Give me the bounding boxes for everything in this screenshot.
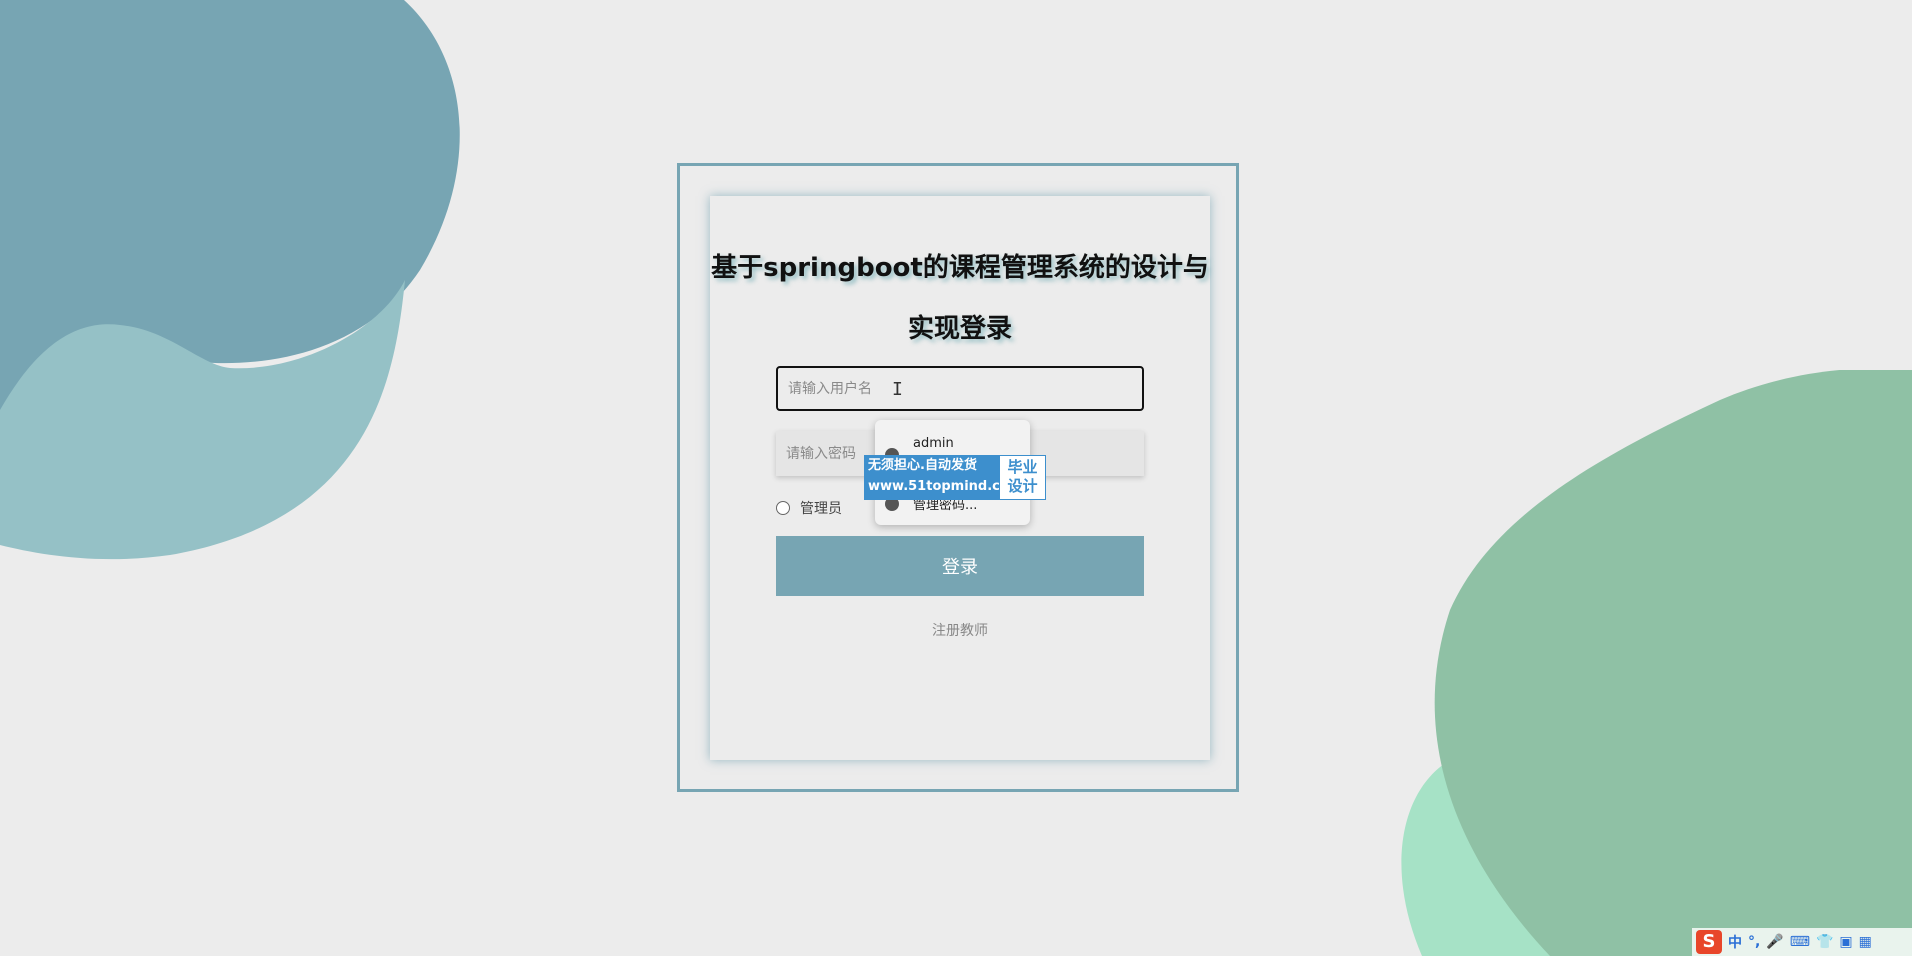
ad-right: 毕业 设计 — [999, 455, 1046, 500]
background-blob-bottom-right — [1401, 370, 1912, 956]
microphone-icon[interactable]: 🎤 — [1766, 934, 1783, 950]
text-cursor-icon: I — [892, 379, 903, 400]
ad-left: 无须担心.自动发货 www.51topmind.com — [864, 455, 1022, 500]
ime-language-toggle[interactable]: 中 — [1728, 932, 1742, 952]
register-teacher-link[interactable]: 注册教师 — [710, 620, 1210, 640]
role-label-admin: 管理员 — [800, 501, 842, 517]
sogou-logo-icon[interactable]: S — [1696, 930, 1722, 954]
ime-toolbar: S 中 °, 🎤 ⌨ 👕 ▣ ▦ — [1692, 928, 1912, 956]
username-input[interactable] — [776, 366, 1144, 411]
radio-icon[interactable] — [776, 501, 790, 515]
background-blob-top-left — [0, 0, 460, 560]
apps-grid-icon[interactable]: ▦ — [1859, 934, 1872, 950]
role-radio-admin[interactable]: 管理员 — [776, 498, 842, 518]
keyboard-icon[interactable]: ⌨ — [1790, 934, 1810, 950]
punctuation-toggle[interactable]: °, — [1748, 934, 1760, 950]
skin-icon[interactable]: 👕 — [1816, 934, 1833, 950]
login-page: 基于springboot的课程管理系统的设计与实现登录 管理员 登录 注册教师 … — [0, 0, 1912, 956]
page-title: 基于springboot的课程管理系统的设计与实现登录 — [711, 253, 1209, 344]
ad-banner[interactable]: 无须担心.自动发货 www.51topmind.com 毕业 设计 — [864, 455, 1046, 500]
toolbox-icon[interactable]: ▣ — [1839, 934, 1852, 950]
login-button[interactable]: 登录 — [776, 536, 1144, 596]
